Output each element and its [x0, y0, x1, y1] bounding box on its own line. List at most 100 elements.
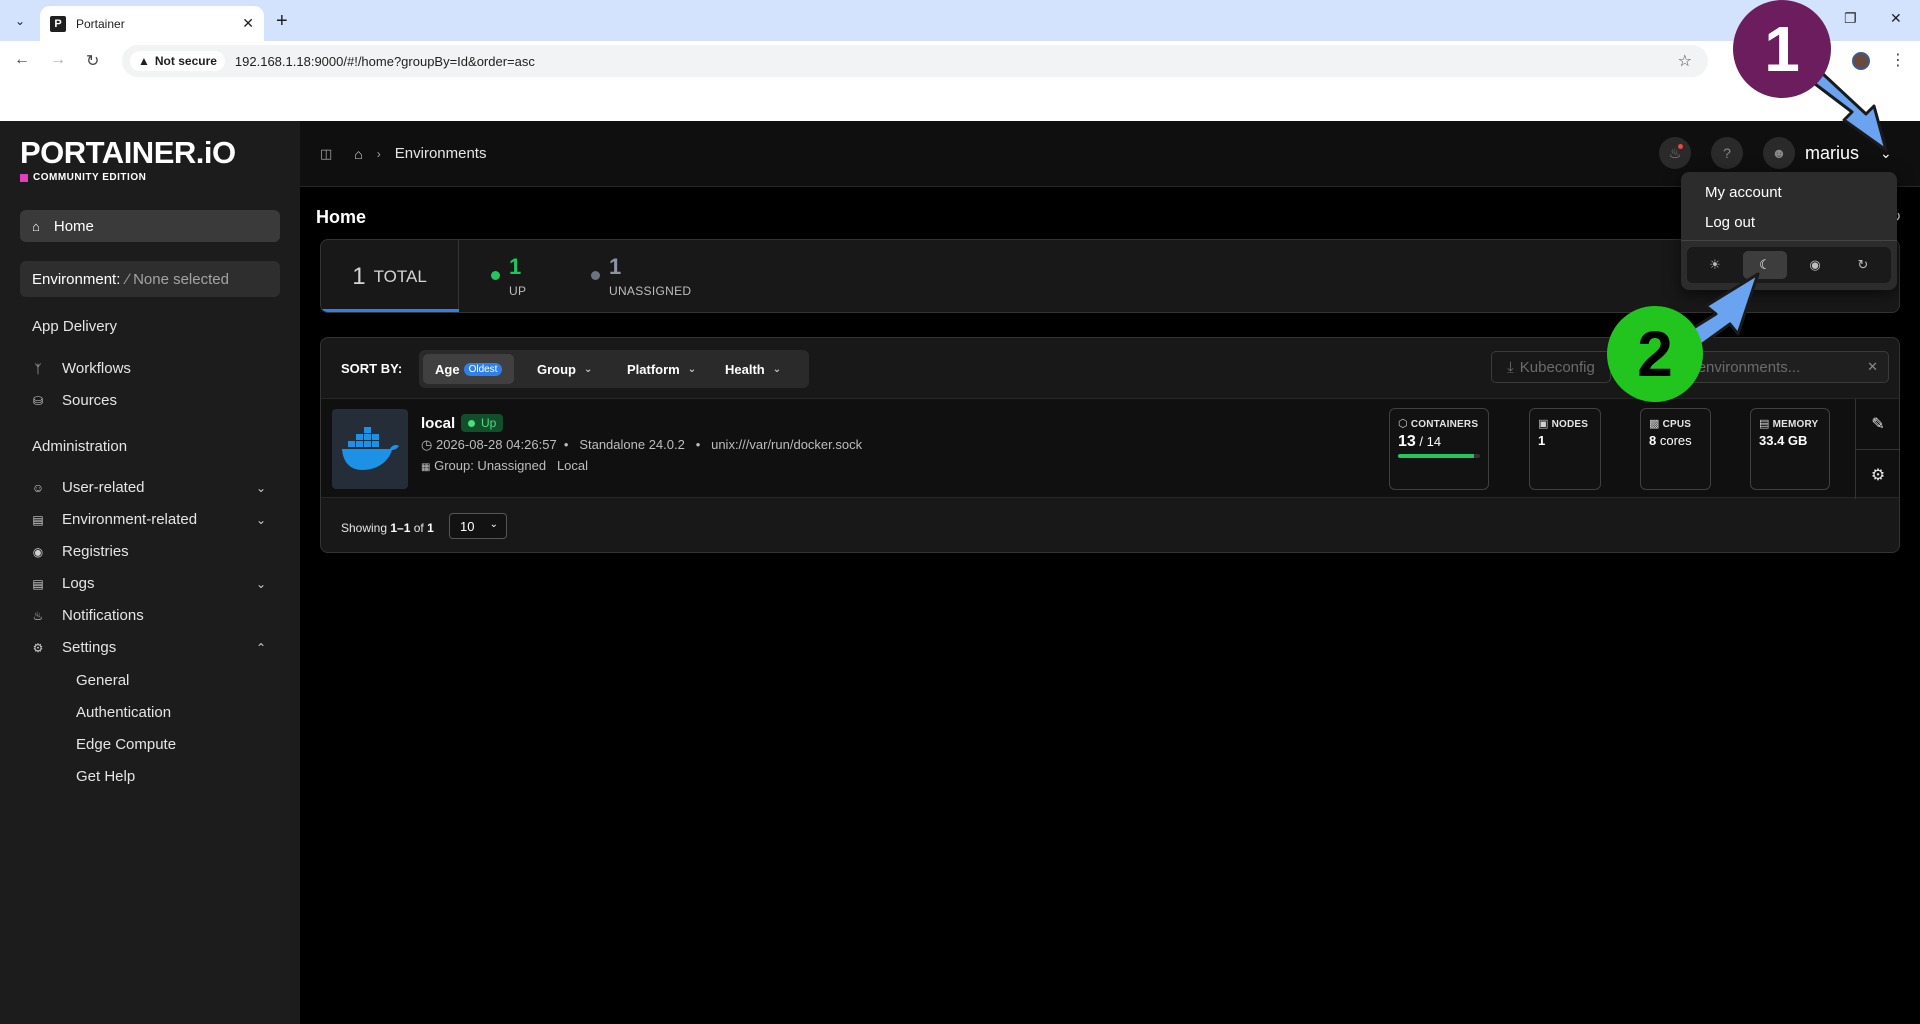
pagination-summary: Showing 1–1 of 1	[341, 521, 434, 535]
status-dot	[468, 419, 475, 427]
bookmark-star-icon[interactable]: ☆	[1678, 51, 1692, 71]
sidebar-item-sources[interactable]: ⛁ Sources	[30, 392, 266, 409]
download-icon: ⤓	[1507, 358, 1514, 376]
security-chip[interactable]: ▲ Not secure	[130, 51, 225, 71]
breadcrumb-home-icon[interactable]: ⌂	[354, 146, 362, 162]
environment-selector[interactable]: Environment: ∕ None selected	[20, 261, 280, 297]
cpus-card[interactable]: ▩ CPUS 8 cores	[1640, 408, 1711, 490]
notifications-button[interactable]: ♨	[1659, 137, 1691, 169]
environment-settings-button[interactable]: ⚙	[1856, 449, 1900, 499]
breadcrumb-separator-icon: ›	[376, 146, 381, 161]
memory-card[interactable]: ▤ MEMORY 33.4 GB	[1750, 408, 1830, 490]
help-button[interactable]: ?	[1711, 137, 1743, 169]
home-icon: ⌂	[32, 218, 40, 234]
address-bar[interactable]: ▲ Not secure 192.168.1.18:9000/#!/home?g…	[122, 45, 1708, 77]
sidebar-subitem-authentication[interactable]: Authentication	[76, 704, 171, 721]
reload-icon[interactable]: ↻	[86, 51, 99, 71]
environment-row[interactable]: local Up ◷ 2026-08-28 04:26:57 • Standal…	[321, 398, 1900, 499]
refresh-cw-icon: ↻	[1857, 257, 1869, 272]
kubeconfig-button[interactable]: ⤓ Kubeconfig	[1491, 351, 1611, 383]
breadcrumb: ◫ ⌂ › Environments	[320, 145, 486, 162]
user-icon: ☻	[1771, 145, 1787, 161]
sidebar-item-environment-related[interactable]: ▤ Environment-related ⌄	[30, 511, 266, 528]
sidebar-item-home[interactable]: ⌂ Home	[20, 210, 280, 242]
page-title: Home	[316, 207, 367, 227]
memory-label: MEMORY	[1772, 419, 1819, 430]
chevron-down-icon: ⌄	[687, 363, 697, 375]
sort-age-button[interactable]: Age Oldest	[423, 354, 515, 384]
edit-environment-button[interactable]: ✎	[1856, 399, 1900, 449]
sidebar-item-label: Workflows	[62, 360, 131, 377]
containers-running: 13	[1398, 433, 1416, 450]
portainer-logo[interactable]: PORTAINER.iO COMMUNITY EDITION	[20, 135, 236, 183]
file-text-icon: ▤	[32, 576, 44, 591]
containers-progress-fill	[1398, 454, 1475, 458]
showing-of: of	[413, 521, 424, 535]
laptop-icon: ▣	[1538, 418, 1549, 430]
nodes-card[interactable]: ▣ NODES 1	[1529, 408, 1601, 490]
environment-name[interactable]: local	[421, 415, 455, 432]
cpu-icon: ▩	[1649, 418, 1660, 430]
restore-icon[interactable]: ❐	[1844, 10, 1857, 27]
row-actions: ✎ ⚙	[1855, 399, 1900, 499]
stat-total-tab[interactable]: 1 TOTAL	[321, 240, 459, 312]
sidebar-item-logs[interactable]: ▤ Logs ⌄	[30, 575, 266, 592]
menu-item-my-account[interactable]: My account	[1705, 184, 1782, 201]
sidebar-item-label: Logs	[62, 575, 95, 592]
chevron-down-icon: ⌄	[255, 480, 266, 495]
page-size-select[interactable]: 10 ⌄	[449, 513, 507, 539]
logo-wordmark: PORTAINER.iO	[20, 135, 236, 170]
sidebar-item-label: Home	[53, 217, 94, 235]
forward-icon[interactable]: →	[50, 51, 66, 69]
group-icon: ▦	[421, 462, 431, 473]
radio-icon: ◉	[32, 544, 44, 559]
annotation-step-1: 1	[1733, 0, 1831, 98]
back-icon[interactable]: ←	[14, 51, 30, 69]
memory-value: 33.4 GB	[1759, 433, 1808, 448]
browser-tab[interactable]: P Portainer ✕	[40, 6, 264, 41]
menu-item-log-out[interactable]: Log out	[1705, 214, 1755, 231]
cpus-unit: cores	[1659, 433, 1692, 448]
cpus-count: 8	[1649, 433, 1657, 448]
environment-none-selected: ∕ None selected	[126, 270, 229, 288]
containers-card[interactable]: ⬡ CONTAINERS 13 / 14	[1389, 408, 1489, 490]
status-up-dot	[491, 271, 500, 280]
logo-edition: COMMUNITY EDITION	[20, 172, 236, 183]
environment-meta: ◷ 2026-08-28 04:26:57 • Standalone 24.0.…	[421, 437, 863, 452]
stat-unassigned-tab[interactable]: 1 UNASSIGNED	[591, 254, 711, 304]
sidebar-item-notifications[interactable]: ♨ Notifications	[30, 607, 266, 624]
gear-icon: ⚙	[32, 640, 44, 655]
sidebar-item-settings[interactable]: ⚙ Settings ⌃	[30, 639, 266, 656]
sort-health-label: Health	[725, 361, 765, 377]
url-text[interactable]: 192.168.1.18:9000/#!/home?groupBy=Id&ord…	[235, 54, 535, 69]
sidebar-item-workflows[interactable]: ᛉ Workflows	[30, 360, 266, 377]
sidebar-toggle-icon[interactable]: ◫	[320, 146, 332, 162]
kubeconfig-label: Kubeconfig	[1519, 358, 1595, 376]
sidebar-item-label: Sources	[62, 392, 118, 409]
tab-search-chevron-icon[interactable]: ⌄	[8, 9, 32, 33]
sort-platform-button[interactable]: Platform ⌄	[615, 354, 708, 384]
window-close-icon[interactable]: ✕	[1890, 10, 1902, 27]
sort-group-button[interactable]: Group ⌄	[525, 354, 604, 384]
sort-platform-label: Platform	[627, 361, 680, 377]
showing-total: 1	[427, 521, 434, 535]
sidebar-section-administration: Administration	[32, 438, 128, 455]
theme-high-contrast-button[interactable]: ◉	[1793, 251, 1837, 279]
clear-search-icon[interactable]: ✕	[1867, 359, 1878, 375]
sidebar-item-registries[interactable]: ◉ Registries	[30, 543, 266, 560]
new-tab-icon[interactable]: +	[276, 10, 288, 33]
notification-dot	[1678, 144, 1683, 149]
eye-icon: ◉	[1809, 257, 1821, 272]
sidebar-subitem-get-help[interactable]: Get Help	[76, 768, 135, 785]
stat-up-tab[interactable]: 1 UP	[491, 254, 551, 304]
sidebar-item-user-related[interactable]: ☺ User-related ⌄	[30, 479, 266, 496]
theme-auto-button[interactable]: ↻	[1841, 251, 1885, 279]
tab-close-icon[interactable]: ✕	[242, 15, 254, 32]
sidebar-subitem-general[interactable]: General	[76, 672, 129, 689]
chevron-down-icon: ⌄	[584, 363, 593, 375]
sort-health-button[interactable]: Health ⌄	[713, 354, 793, 384]
breadcrumb-current: Environments	[394, 145, 487, 162]
status-badge: Up	[461, 414, 504, 432]
sort-order-badge: Oldest	[463, 362, 503, 376]
sidebar-subitem-edge-compute[interactable]: Edge Compute	[76, 736, 176, 753]
